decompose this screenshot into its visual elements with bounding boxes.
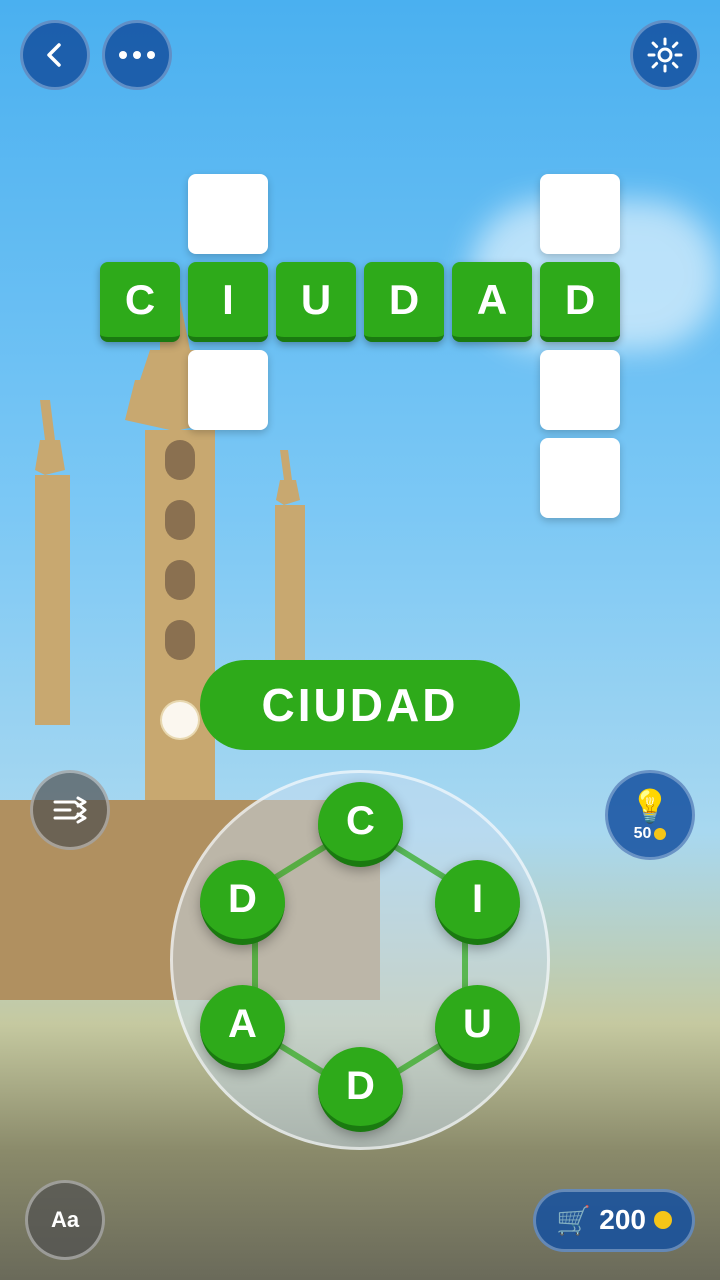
crossword-cell-c: C [100,262,180,342]
spacer [364,438,444,518]
letter-node-d1[interactable]: D [200,860,285,945]
top-bar [0,20,720,90]
word-display: CIUDAD [200,660,520,750]
crossword-row-main: C I U D A D [96,258,624,346]
bulb-icon: 💡 [630,787,670,825]
more-icon [119,48,155,62]
top-left-buttons [20,20,172,90]
spacer [276,438,356,518]
hint-number: 50 [634,825,652,843]
crossword-row-4 [96,434,624,522]
letter-wheel: C I U D A D [170,770,550,1150]
crossword-cell-bottom-d1 [540,350,620,430]
letter-node-u[interactable]: U [435,985,520,1070]
back-icon [39,39,71,71]
gold-coin-dot [654,828,666,840]
crossword-cell-d: D [364,262,444,342]
more-button[interactable] [102,20,172,90]
spacer [452,174,532,254]
crossword-row-3 [96,346,624,434]
back-button[interactable] [20,20,90,90]
cart-icon: 🛒 [556,1204,591,1237]
spacer [100,350,180,430]
spacer [100,174,180,254]
crossword-cell-bottom-i [188,350,268,430]
shuffle-button[interactable] [30,770,110,850]
bottom-bar: Aa 🛒 200 [0,1180,720,1260]
letter-node-c[interactable]: C [318,782,403,867]
font-button[interactable]: Aa [25,1180,105,1260]
shuffle-icon [50,790,90,830]
spacer [364,350,444,430]
letter-node-a[interactable]: A [200,985,285,1070]
font-label: Aa [51,1207,79,1233]
spacer [452,438,532,518]
spacer [364,174,444,254]
settings-button[interactable] [630,20,700,90]
crossword-cell-a: A [452,262,532,342]
crossword-cell-d2: D [540,262,620,342]
crossword-cell-bottom-d2 [540,438,620,518]
crossword-cell-i: I [188,262,268,342]
letter-node-i[interactable]: I [435,860,520,945]
spacer [452,350,532,430]
spacer [100,438,180,518]
gear-icon [647,37,683,73]
spacer [188,438,268,518]
hint-button[interactable]: 💡 50 [605,770,695,860]
crossword-row-1 [96,170,624,258]
spacer [276,350,356,430]
hint-count: 50 [634,825,667,843]
coins-button[interactable]: 🛒 200 [533,1189,695,1252]
word-display-text: CIUDAD [262,679,459,731]
letter-node-d2[interactable]: D [318,1047,403,1132]
crossword-cell-top-c [188,174,268,254]
spacer [276,174,356,254]
coin-gold-dot [654,1211,672,1229]
coin-count: 200 [599,1204,646,1236]
crossword-grid: C I U D A D [0,170,720,522]
crossword-cell-top-d [540,174,620,254]
crossword-cell-u: U [276,262,356,342]
